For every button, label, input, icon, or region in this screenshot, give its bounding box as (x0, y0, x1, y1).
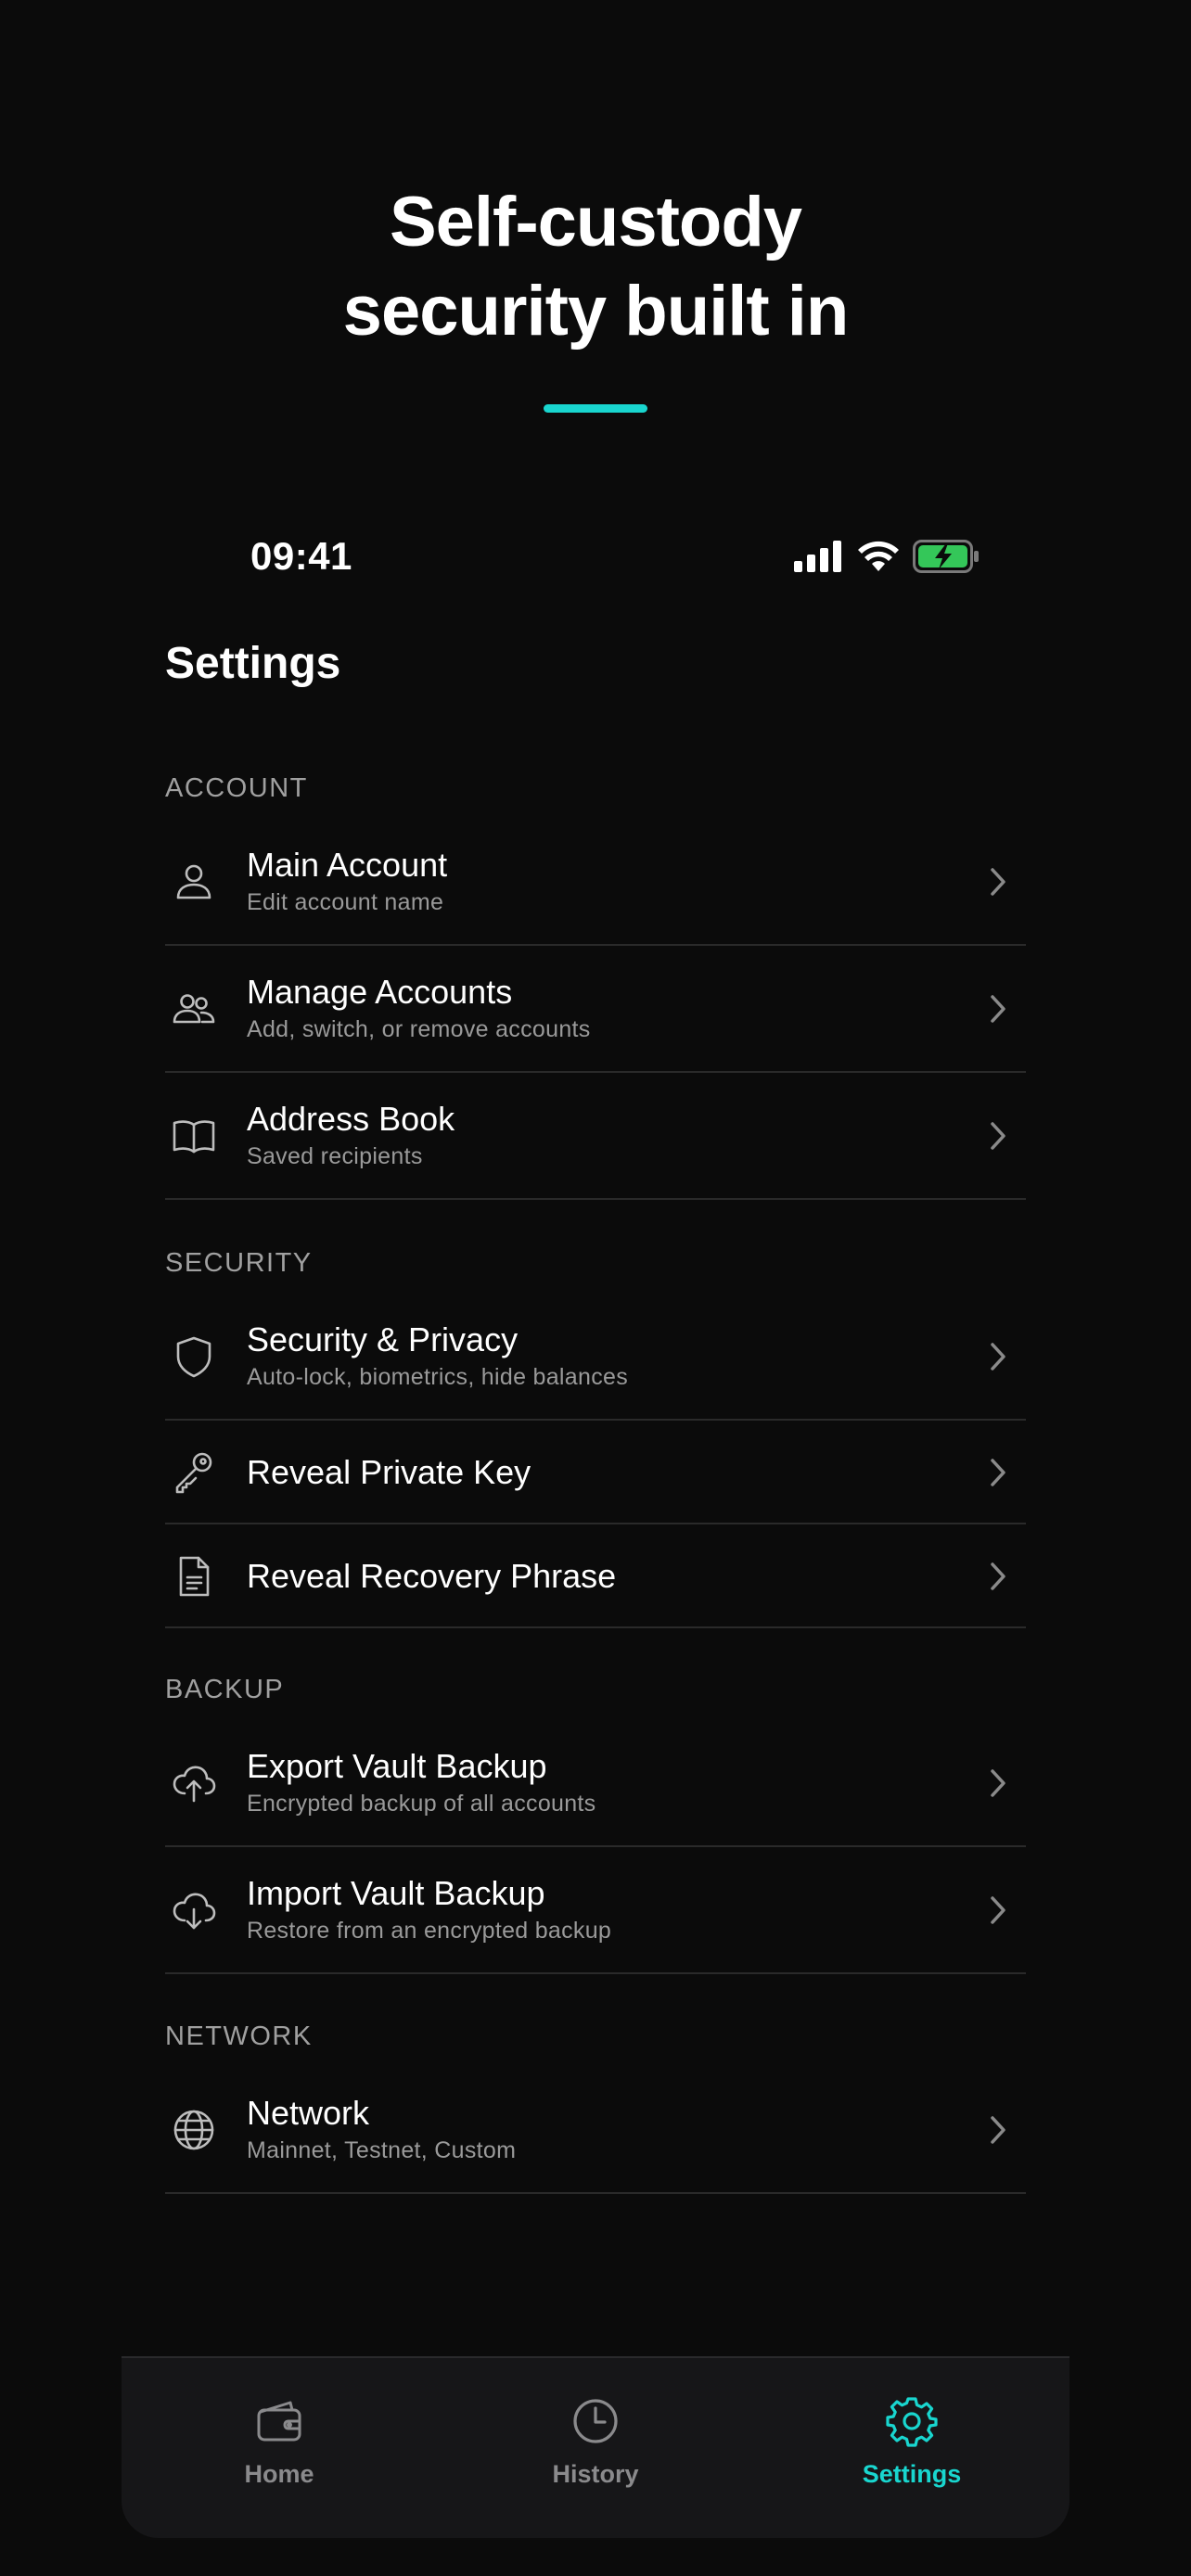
chevron-right-icon (987, 992, 1009, 1026)
users-icon (171, 986, 217, 1032)
tab-label: Settings (862, 2460, 962, 2488)
cloud-download-icon (171, 1887, 217, 1933)
chevron-right-icon (987, 1766, 1009, 1800)
row-subtitle: Restore from an encrypted backup (247, 1918, 612, 1944)
settings-row-import-vault-backup[interactable]: Import Vault Backup Restore from an encr… (165, 1848, 1026, 1974)
row-title: Export Vault Backup (247, 1747, 547, 1785)
row-title: Security & Privacy (247, 1320, 519, 1358)
row-subtitle: Auto-lock, biometrics, hide balances (247, 1364, 628, 1390)
row-subtitle: Saved recipients (247, 1143, 423, 1169)
chevron-right-icon (987, 2113, 1009, 2147)
wallet-icon (253, 2395, 305, 2447)
settings-row-reveal-private-key[interactable]: Reveal Private Key (165, 1422, 1026, 1524)
section-header-security: SECURITY (165, 1248, 313, 1278)
cloud-upload-icon (171, 1760, 217, 1806)
cellular-signal-icon (794, 540, 844, 577)
tab-label: History (552, 2460, 639, 2488)
tab-history[interactable]: History (438, 2358, 753, 2540)
document-icon (171, 1553, 217, 1600)
battery-charging-icon (913, 539, 980, 578)
tab-bar: Home History Settings (122, 2356, 1069, 2538)
shield-icon (171, 1333, 217, 1380)
tab-home[interactable]: Home (122, 2358, 437, 2540)
status-bar: 09:41 (0, 527, 1191, 592)
globe-icon (171, 2107, 217, 2153)
row-title: Reveal Private Key (247, 1452, 531, 1491)
row-title: Main Account (247, 846, 448, 884)
chevron-right-icon (987, 1340, 1009, 1373)
settings-row-reveal-recovery-phrase[interactable]: Reveal Recovery Phrase (165, 1525, 1026, 1628)
settings-row-manage-accounts[interactable]: Manage Accounts Add, switch, or remove a… (165, 947, 1026, 1073)
settings-row-export-vault-backup[interactable]: Export Vault Backup Encrypted backup of … (165, 1721, 1026, 1847)
status-time: 09:41 (250, 534, 352, 578)
chevron-right-icon (987, 1560, 1009, 1593)
row-subtitle: Add, switch, or remove accounts (247, 1016, 591, 1042)
status-icons (794, 539, 980, 578)
settings-row-address-book[interactable]: Address Book Saved recipients (165, 1074, 1026, 1200)
settings-row-security-privacy[interactable]: Security & Privacy Auto-lock, biometrics… (165, 1294, 1026, 1421)
chevron-right-icon (987, 1456, 1009, 1489)
row-title: Address Book (247, 1100, 455, 1138)
tab-settings[interactable]: Settings (754, 2358, 1069, 2540)
settings-row-main-account[interactable]: Main Account Edit account name (165, 820, 1026, 946)
row-subtitle: Mainnet, Testnet, Custom (247, 2137, 517, 2163)
section-header-network: NETWORK (165, 2021, 313, 2051)
page-title: Settings (165, 639, 341, 688)
hero-title-line-1: Self-custody (389, 183, 802, 261)
row-subtitle: Edit account name (247, 889, 444, 915)
row-title: Import Vault Backup (247, 1874, 545, 1912)
row-title: Reveal Recovery Phrase (247, 1556, 617, 1595)
settings-screen: Self-custody security built in 09:41 Set… (0, 0, 1191, 2576)
section-header-account: ACCOUNT (165, 773, 308, 803)
hero-accent-underline (544, 404, 647, 413)
hero-title: Self-custody security built in (0, 178, 1191, 356)
hero-title-line-2: security built in (342, 272, 850, 351)
section-header-backup: BACKUP (165, 1675, 285, 1704)
chevron-right-icon (987, 1894, 1009, 1927)
wifi-icon (857, 541, 900, 577)
clock-icon (570, 2395, 621, 2447)
key-icon (171, 1449, 217, 1496)
tab-label: Home (244, 2460, 314, 2488)
row-title: Network (247, 2094, 370, 2132)
chevron-right-icon (987, 1119, 1009, 1153)
book-icon (171, 1113, 217, 1159)
user-icon (171, 859, 217, 905)
row-subtitle: Encrypted backup of all accounts (247, 1791, 596, 1817)
settings-row-network[interactable]: Network Mainnet, Testnet, Custom (165, 2068, 1026, 2194)
gear-icon (886, 2395, 938, 2447)
row-title: Manage Accounts (247, 973, 513, 1011)
chevron-right-icon (987, 865, 1009, 899)
